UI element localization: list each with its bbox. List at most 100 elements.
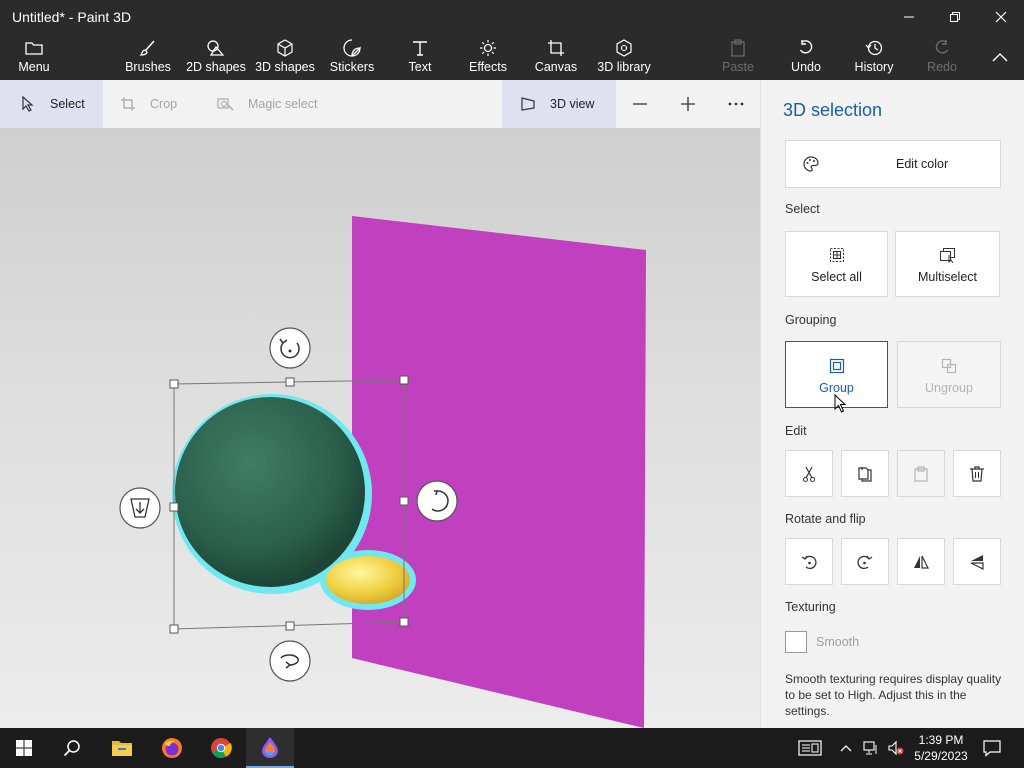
cursor-icon <box>16 92 40 116</box>
3d-shapes-label: 3D shapes <box>255 60 315 74</box>
crop-label: Crop <box>150 97 178 111</box>
taskbar: 1:39 PM 5/29/2023 <box>0 728 1024 768</box>
clock[interactable]: 1:39 PM 5/29/2023 <box>906 732 976 764</box>
more-options-button[interactable] <box>722 80 750 128</box>
resize-handle[interactable] <box>169 502 179 512</box>
search-button[interactable] <box>48 728 96 768</box>
multiselect-icon <box>937 244 959 266</box>
flip-vertical-button[interactable] <box>953 538 1001 585</box>
rotate-section-label: Rotate and flip <box>785 512 866 526</box>
network-button[interactable] <box>858 728 886 768</box>
ungroup-label: Ungroup <box>925 380 973 395</box>
resize-handle[interactable] <box>285 377 295 387</box>
history-button[interactable]: History <box>852 34 896 80</box>
select-all-button[interactable]: Select all <box>785 231 888 297</box>
mouse-cursor-icon <box>834 394 847 413</box>
2d-shapes-button[interactable]: 2D shapes <box>186 34 246 80</box>
select-all-label: Select all <box>811 270 862 284</box>
rotate-y-handle[interactable] <box>416 480 458 522</box>
menu-button[interactable]: Menu <box>14 34 54 80</box>
cut-button[interactable] <box>785 450 833 497</box>
3d-view-icon <box>516 92 540 116</box>
magic-select-tool[interactable]: Magic select <box>214 80 334 128</box>
scissors-icon <box>803 466 815 482</box>
zoom-in-button[interactable] <box>674 80 702 128</box>
file-explorer-taskbar[interactable] <box>98 728 146 768</box>
start-button[interactable] <box>0 728 48 768</box>
redo-button[interactable]: Redo <box>922 34 962 80</box>
minimize-button[interactable] <box>886 0 932 34</box>
trash-icon <box>970 465 984 482</box>
push-depth-handle[interactable] <box>119 487 161 529</box>
chrome-taskbar[interactable] <box>197 728 245 768</box>
notification-icon <box>983 740 1001 757</box>
canvas-icon <box>541 36 571 60</box>
copy-button[interactable] <box>841 450 889 497</box>
edit-color-label: Edit color <box>896 157 949 171</box>
flip-horizontal-button[interactable] <box>897 538 945 585</box>
crop-tool[interactable]: Crop <box>116 80 196 128</box>
title-bar: Untitled* - Paint 3D <box>0 0 1024 34</box>
minus-icon <box>633 103 647 105</box>
clock-date: 5/29/2023 <box>914 749 968 763</box>
resize-handle[interactable] <box>399 617 409 627</box>
brushes-label: Brushes <box>125 60 171 74</box>
3d-canvas[interactable] <box>0 128 760 728</box>
close-button[interactable] <box>978 0 1024 34</box>
stickers-button[interactable]: Stickers <box>326 34 378 80</box>
chevron-up-icon <box>840 745 852 752</box>
volume-button[interactable] <box>884 728 908 768</box>
3d-shapes-button[interactable]: 3D shapes <box>254 34 316 80</box>
delete-button[interactable] <box>953 450 1001 497</box>
green-sphere[interactable] <box>175 397 365 587</box>
effects-button[interactable]: Effects <box>466 34 510 80</box>
firefox-taskbar[interactable] <box>148 728 196 768</box>
text-button[interactable]: Text <box>400 34 440 80</box>
action-center-taskbar[interactable] <box>786 728 834 768</box>
3d-view-toggle[interactable]: 3D view <box>502 80 616 128</box>
rotate-left-button[interactable] <box>785 538 833 585</box>
copy-icon <box>858 466 872 482</box>
edit-section-label: Edit <box>785 424 807 438</box>
yellow-object[interactable] <box>326 556 410 604</box>
restore-button[interactable] <box>932 0 978 34</box>
rotate-x-handle[interactable] <box>269 327 311 369</box>
tool-strip: Select Crop Magic select 3D view <box>0 80 760 128</box>
resize-handle[interactable] <box>169 379 179 389</box>
2d-shapes-icon <box>201 36 231 60</box>
rotate-z-handle[interactable] <box>269 640 311 682</box>
edit-color-button[interactable]: Edit color <box>785 140 1001 188</box>
folder-icon <box>112 741 132 756</box>
ungroup-button[interactable]: Ungroup <box>897 341 1001 408</box>
multiselect-button[interactable]: Multiselect <box>895 231 1000 297</box>
show-hidden-icons-button[interactable] <box>834 728 858 768</box>
select-section-label: Select <box>785 202 820 216</box>
3d-library-button[interactable]: 3D library <box>596 34 652 80</box>
undo-button[interactable]: Undo <box>786 34 826 80</box>
more-icon <box>728 102 744 106</box>
collapse-ribbon-button[interactable] <box>986 34 1014 80</box>
canvas-button[interactable]: Canvas <box>534 34 578 80</box>
plus-icon <box>681 97 695 111</box>
minimize-icon <box>904 16 914 18</box>
redo-label: Redo <box>927 60 957 74</box>
firefox-icon <box>162 738 182 758</box>
paste-label: Paste <box>722 60 754 74</box>
paint-3d-taskbar[interactable] <box>246 728 294 768</box>
resize-handle[interactable] <box>285 621 295 631</box>
paste-panel-button[interactable] <box>897 450 945 497</box>
resize-handle[interactable] <box>399 375 409 385</box>
restore-icon <box>950 12 960 22</box>
ribbon: Menu Brushes 2D shapes 3D shapes Sticker… <box>0 34 1024 80</box>
paste-button[interactable]: Paste <box>718 34 758 80</box>
resize-handle[interactable] <box>169 624 179 634</box>
resize-handle[interactable] <box>399 496 409 506</box>
smooth-checkbox[interactable] <box>785 631 807 653</box>
rotate-right-button[interactable] <box>841 538 889 585</box>
notifications-button[interactable] <box>968 728 1016 768</box>
news-icon <box>798 740 822 756</box>
select-tool[interactable]: Select <box>0 80 103 128</box>
zoom-out-button[interactable] <box>626 80 654 128</box>
magenta-plane[interactable] <box>352 216 646 728</box>
brushes-button[interactable]: Brushes <box>120 34 176 80</box>
